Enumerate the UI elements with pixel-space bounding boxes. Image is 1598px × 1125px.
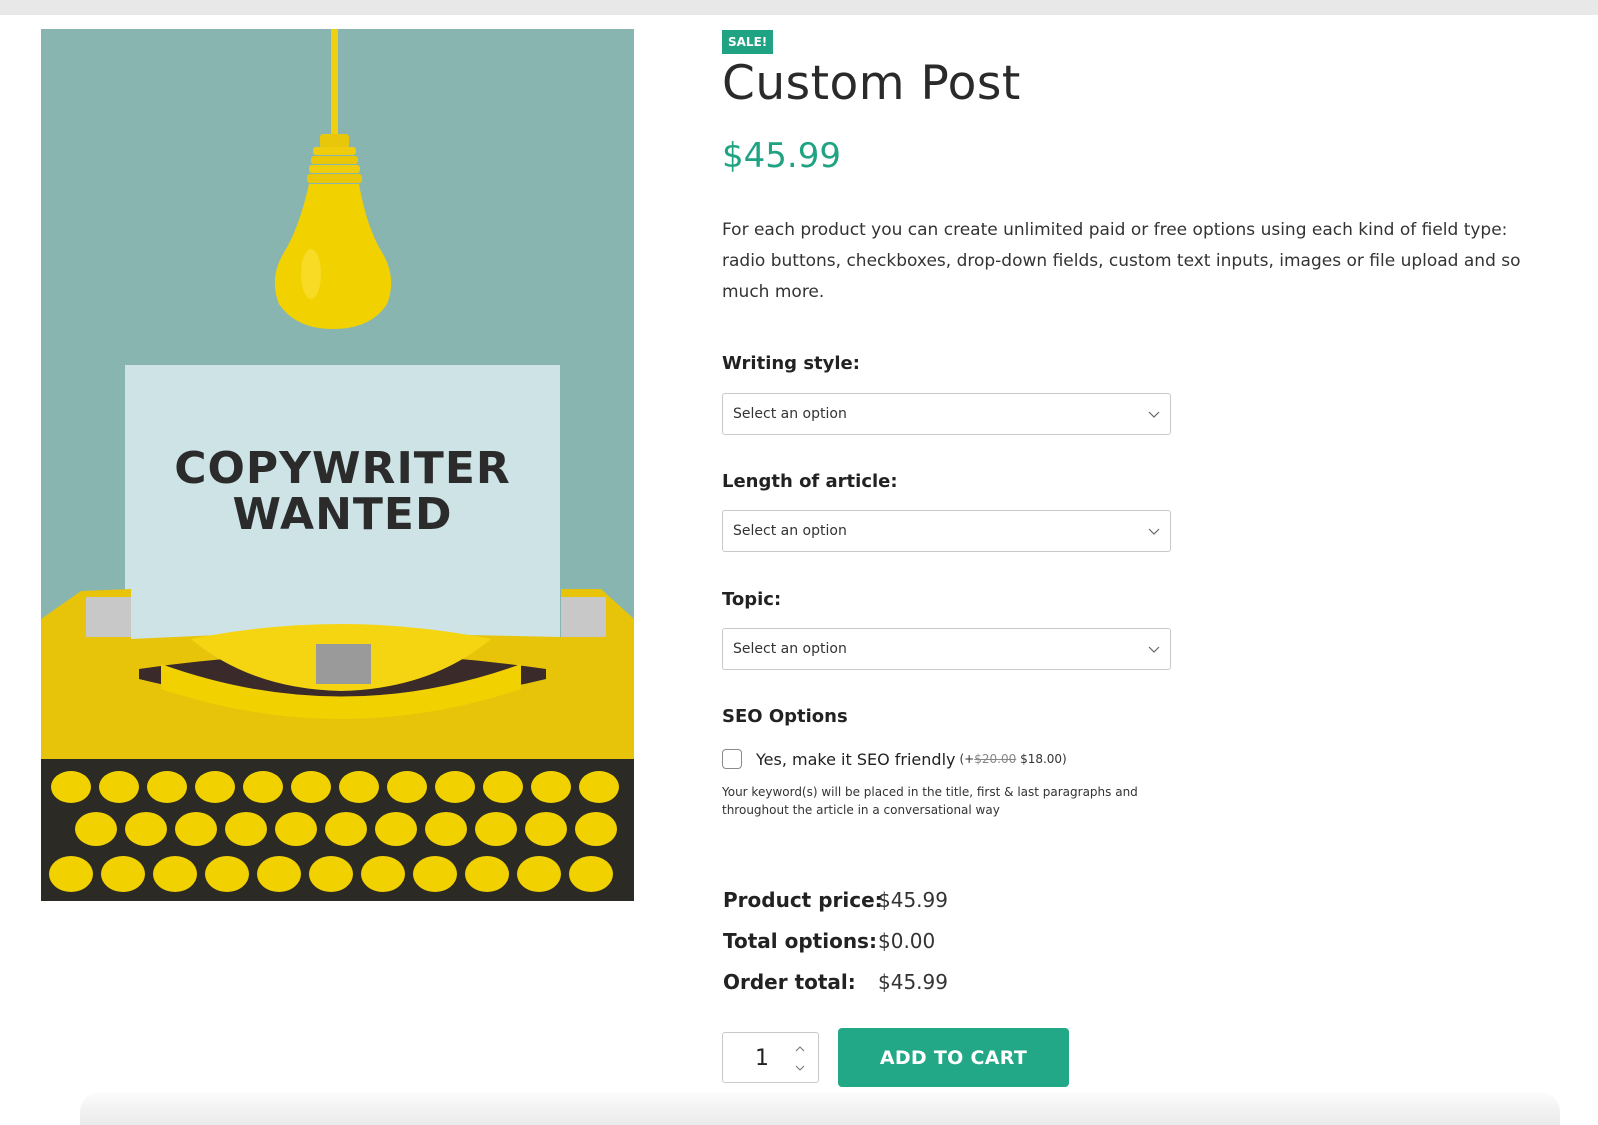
chevron-down-icon [1148,411,1160,418]
product-price-value: $45.99 [878,887,948,912]
order-total-value: $45.99 [878,969,948,994]
total-options-label: Total options: [723,928,877,953]
chevron-down-icon [1148,528,1160,535]
image-caption: COPYWRITER WANTED [125,446,560,538]
total-options-value: $0.00 [878,928,936,953]
product-image[interactable]: COPYWRITER WANTED [41,29,634,901]
price-summary: Product price: $45.99 Total options: $0.… [723,879,948,1002]
writing-style-select[interactable]: Select an option [722,393,1171,435]
topic-label: Topic: [722,589,782,610]
product-price-row: Product price: $45.99 [723,879,948,920]
bottom-panel-shadow [80,1092,1560,1125]
seo-old-price: $20.00 [974,752,1017,766]
seo-options-heading: SEO Options [722,706,848,727]
quantity-stepper[interactable]: 1 [722,1032,819,1083]
quantity-input[interactable]: 1 [723,1033,801,1084]
product-description: For each product you can create unlimite… [722,220,1521,302]
product-price: $45.99 [722,136,841,176]
chevron-down-icon [1148,646,1160,653]
image-text-line2: WANTED [232,489,453,540]
seo-checkbox-row[interactable]: Yes, make it SEO friendly (+$20.00 $18.0… [722,749,1067,769]
chevron-down-icon[interactable] [793,1063,807,1073]
product-price-label: Product price: [723,887,883,912]
seo-new-price: $18.00) [1020,752,1067,766]
order-total-label: Order total: [723,969,856,994]
seo-checkbox-label[interactable]: Yes, make it SEO friendly [756,750,955,769]
sale-badge: SALE! [722,30,774,54]
topic-select[interactable]: Select an option [722,628,1171,670]
browser-top-bar [0,0,1598,15]
length-select[interactable]: Select an option [722,510,1171,552]
topic-value: Select an option [733,641,847,657]
length-value: Select an option [733,523,847,539]
seo-option-price: (+$20.00 $18.00) [959,752,1066,766]
seo-help-text: Your keyword(s) will be placed in the ti… [722,785,1138,817]
writing-style-label: Writing style: [722,353,860,374]
order-total-row: Order total: $45.99 [723,961,948,1002]
seo-checkbox[interactable] [722,749,742,769]
writing-style-value: Select an option [733,406,847,422]
image-text-line1: COPYWRITER [174,443,511,494]
add-to-cart-button[interactable]: ADD TO CART [838,1028,1069,1087]
product-title: Custom Post [722,56,1021,111]
seo-price-prefix: (+ [959,752,975,766]
chevron-up-icon[interactable] [793,1044,807,1054]
length-label: Length of article: [722,471,898,492]
total-options-row: Total options: $0.00 [723,920,948,961]
